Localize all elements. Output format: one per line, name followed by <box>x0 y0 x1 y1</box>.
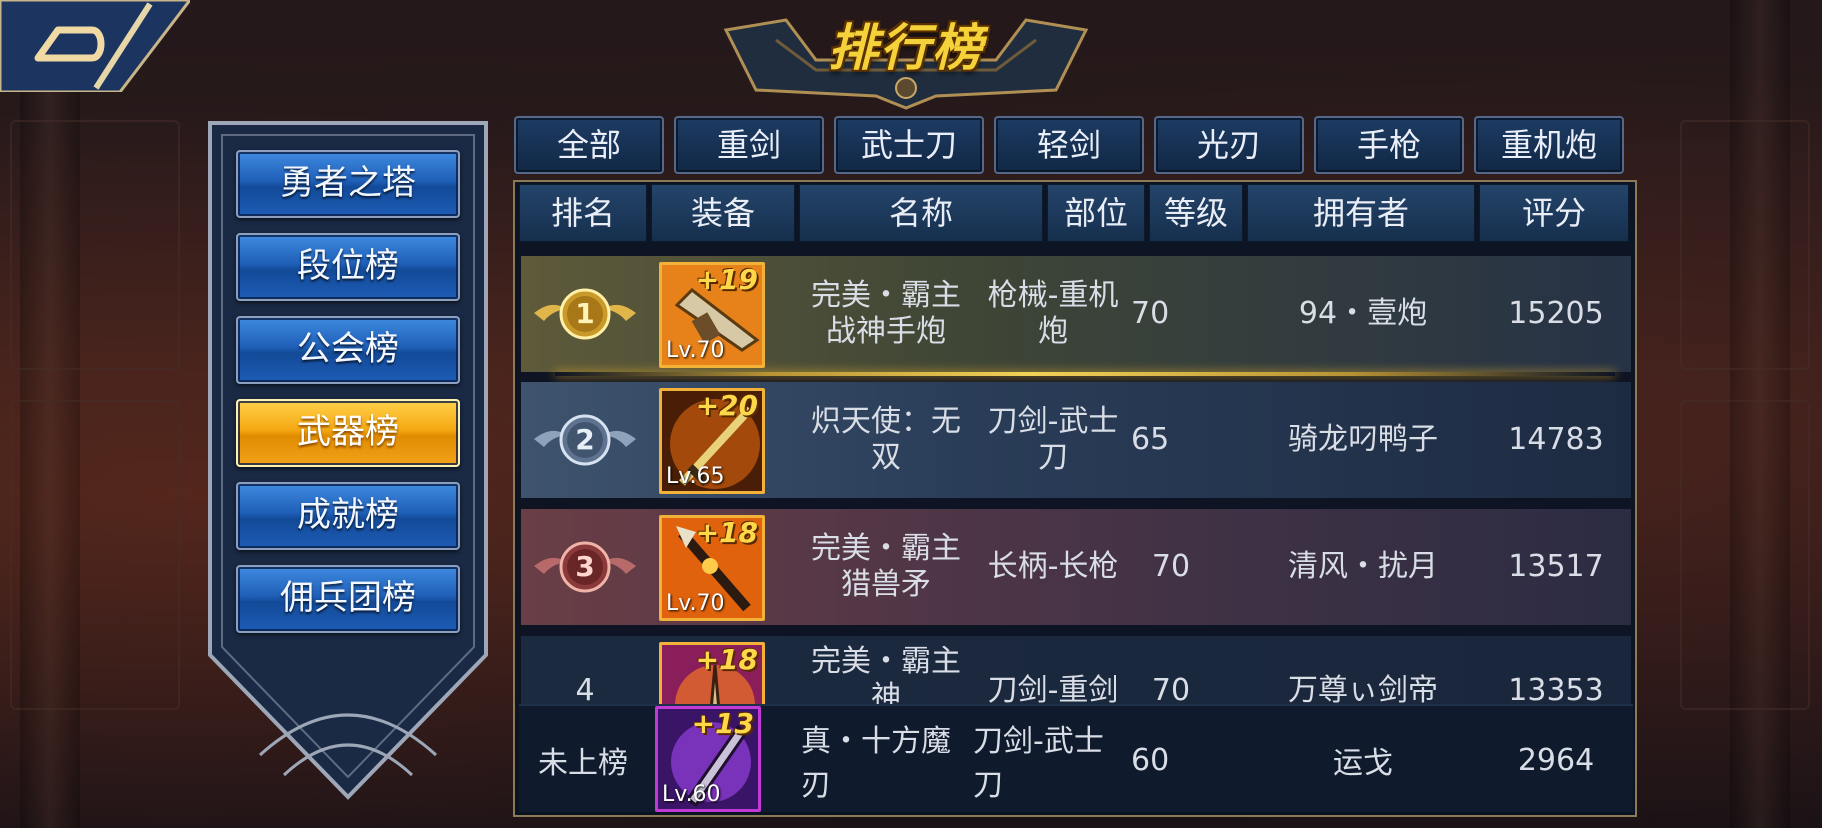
item-name: 完美・霸主猎兽矛 <box>811 531 961 602</box>
owner-name[interactable]: 清风・扰月 <box>1249 509 1477 625</box>
my-item-level: 60 <box>1131 742 1170 778</box>
owner-name[interactable]: 94・壹炮 <box>1249 256 1477 372</box>
table-header: 排名 装备 名称 部位 等级 拥有者 评分 <box>519 184 1631 244</box>
equipment-slot[interactable]: +20 Lv.65 <box>659 388 765 494</box>
item-level-value: 70 <box>1151 673 1191 704</box>
item-slot: 刀剑-武士刀 <box>987 404 1119 475</box>
menu-item-division-rank[interactable]: 段位榜 <box>236 233 460 301</box>
item-slot: 刀剑-重剑 <box>987 673 1119 704</box>
item-slot: 长柄-长枪 <box>987 549 1119 584</box>
weapon-type-tabs: 全部 重剑 武士刀 轻剑 光刃 手枪 重机炮 <box>514 116 1628 174</box>
my-item-name: 真・十方魔刃 <box>801 724 951 803</box>
enhance-level: +19 <box>695 263 758 296</box>
owner-name[interactable]: 骑龙叼鸭子 <box>1249 382 1477 498</box>
sparkle-effect <box>555 372 1615 376</box>
score: 15205 <box>1508 296 1604 331</box>
page-title: 排行榜 <box>828 19 984 77</box>
tab-greatsword[interactable]: 重剑 <box>674 116 824 174</box>
score: 13517 <box>1508 549 1604 584</box>
my-rank-row[interactable]: 未上榜 +13 Lv.60 真・十方魔刃 刀剑-武士刀 60 运戈 2964 <box>519 704 1633 812</box>
tab-all[interactable]: 全部 <box>514 116 664 174</box>
item-name: 完美・霸主战神手炮 <box>811 278 961 349</box>
rank-medal: 1 <box>521 256 649 372</box>
back-arrow-icon <box>0 0 192 94</box>
table-row[interactable]: 4 +18 完美・霸主神 刀剑-重剑 70 万尊ぃ剑帝 13353 <box>521 636 1631 704</box>
item-level-value: 70 <box>1151 549 1191 584</box>
tab-light-sword[interactable]: 轻剑 <box>994 116 1144 174</box>
background-panel <box>1680 120 1810 370</box>
tab-katana[interactable]: 武士刀 <box>834 116 984 174</box>
ranking-table: 排名 装备 名称 部位 等级 拥有者 评分 1 +19 Lv.70 完美・霸主战… <box>513 180 1637 817</box>
column-header-name: 名称 <box>799 184 1043 242</box>
enhance-level: +18 <box>695 516 758 549</box>
item-level: Lv.60 <box>662 782 721 807</box>
enhance-level: +20 <box>695 389 758 422</box>
item-slot: 枪械-重机炮 <box>987 278 1119 349</box>
item-level-value: 70 <box>1131 296 1170 331</box>
back-button[interactable] <box>0 0 192 94</box>
column-header-equipment: 装备 <box>651 184 795 242</box>
rank-number: 2 <box>575 423 595 456</box>
menu-item-guild-rank[interactable]: 公会榜 <box>236 316 460 384</box>
menu-item-mercenary-rank[interactable]: 佣兵团榜 <box>236 565 460 633</box>
item-level-value: 65 <box>1131 422 1170 457</box>
rank-number: 1 <box>575 297 595 330</box>
tab-pistol[interactable]: 手枪 <box>1314 116 1464 174</box>
menu-item-tower[interactable]: 勇者之塔 <box>236 150 460 218</box>
column-header-slot: 部位 <box>1047 184 1145 242</box>
item-name: 炽天使：无双 <box>811 404 961 475</box>
column-header-score: 评分 <box>1479 184 1629 242</box>
my-equipment-slot[interactable]: +13 Lv.60 <box>655 706 761 812</box>
column-header-owner: 拥有者 <box>1247 184 1475 242</box>
rank-medal: 3 <box>521 509 649 625</box>
table-row[interactable]: 1 +19 Lv.70 完美・霸主战神手炮 枪械-重机炮 70 94・壹炮 15… <box>521 256 1631 372</box>
item-name: 完美・霸主神 <box>811 644 961 704</box>
equipment-slot[interactable]: +19 Lv.70 <box>659 262 765 368</box>
background-panel <box>10 120 180 370</box>
item-level: Lv.65 <box>666 464 725 489</box>
column-header-rank: 排名 <box>519 184 647 242</box>
item-level: Lv.70 <box>666 338 725 363</box>
menu-item-achievement-rank[interactable]: 成就榜 <box>236 482 460 550</box>
item-level: Lv.70 <box>666 591 725 616</box>
rank-number: 3 <box>575 550 595 583</box>
menu-item-weapon-rank[interactable]: 武器榜 <box>236 399 460 467</box>
owner-name[interactable]: 万尊ぃ剑帝 <box>1249 636 1477 704</box>
score: 14783 <box>1508 422 1604 457</box>
background-panel <box>1680 400 1810 710</box>
my-owner-name: 运戈 <box>1333 746 1393 781</box>
tab-lightblade[interactable]: 光刃 <box>1154 116 1304 174</box>
rank-number: 4 <box>575 673 595 704</box>
my-score: 2964 <box>1517 742 1595 778</box>
equipment-slot[interactable]: +18 Lv.70 <box>659 515 765 621</box>
column-header-level: 等级 <box>1149 184 1243 242</box>
enhance-level: +18 <box>695 643 758 676</box>
table-row[interactable]: 2 +20 Lv.65 炽天使：无双 刀剑-武士刀 65 骑龙叼鸭子 14783 <box>521 382 1631 498</box>
background-panel <box>10 400 180 710</box>
enhance-level: +13 <box>691 707 754 740</box>
rank-medal: 2 <box>521 382 649 498</box>
equipment-slot[interactable]: +18 <box>659 642 765 704</box>
title-banner: 排行榜 <box>716 0 1096 110</box>
my-item-slot: 刀剑-武士刀 <box>973 724 1104 803</box>
my-rank-status: 未上榜 <box>538 746 628 781</box>
score: 13353 <box>1508 673 1604 704</box>
table-row[interactable]: 3 +18 Lv.70 完美・霸主猎兽矛 长柄-长枪 70 清风・扰月 1351… <box>521 509 1631 625</box>
tab-heavy-cannon[interactable]: 重机炮 <box>1474 116 1624 174</box>
